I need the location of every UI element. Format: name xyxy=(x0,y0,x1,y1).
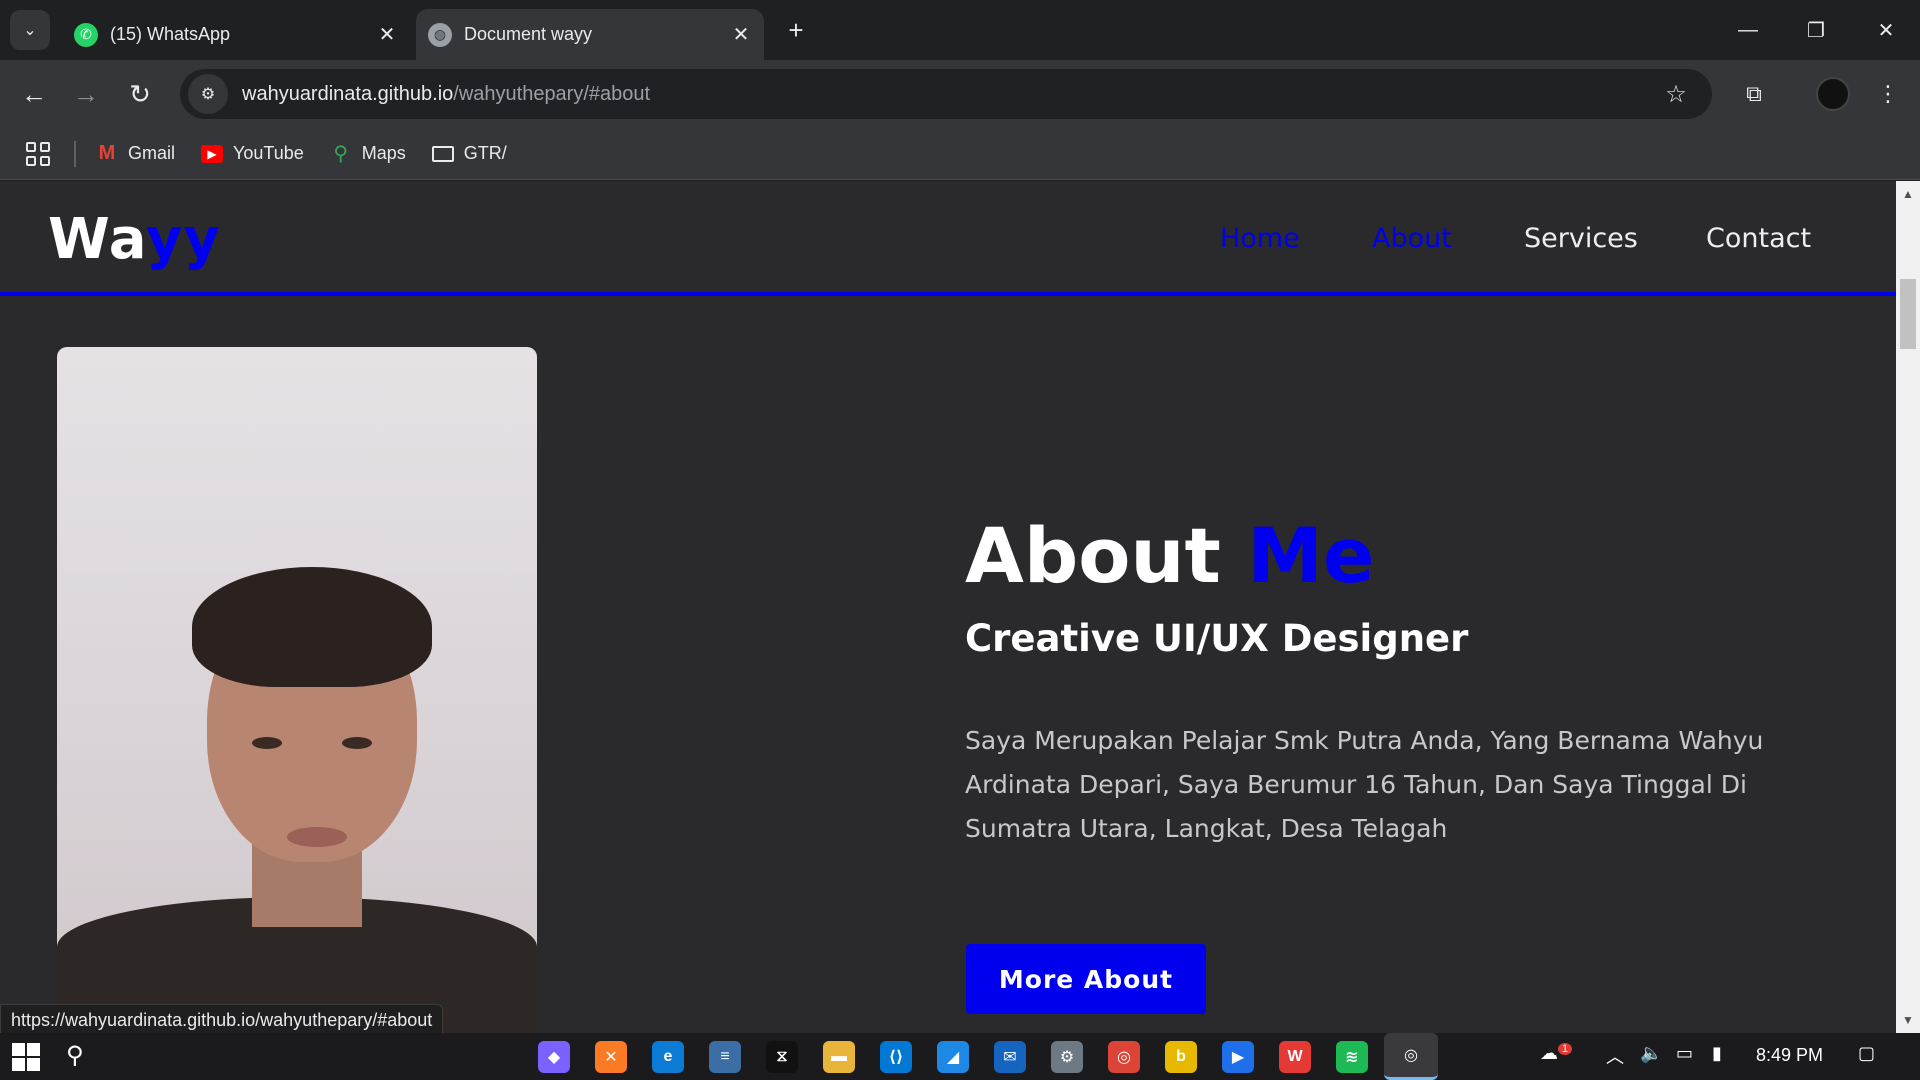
bookmark-gmail[interactable]: M Gmail xyxy=(96,142,176,164)
tab-whatsapp[interactable]: ✆ (15) WhatsApp ✕ xyxy=(62,9,410,60)
about-paragraph: Saya Merupakan Pelajar Smk Putra Anda, Y… xyxy=(965,726,1764,843)
link-status-bubble: https://wahyuardinata.github.io/wahyuthe… xyxy=(0,1004,444,1034)
close-window-button[interactable]: ✕ xyxy=(1852,0,1920,60)
edge-icon[interactable]: e xyxy=(652,1041,684,1073)
nav-about[interactable]: About xyxy=(1372,223,1452,254)
volume-icon[interactable]: 🔈 xyxy=(1640,1043,1662,1064)
site-info-icon[interactable]: ⚙ xyxy=(188,74,228,114)
xampp-icon[interactable]: ✕ xyxy=(595,1041,627,1073)
bookmark-label: YouTube xyxy=(233,143,304,163)
logo-part-1: Wa xyxy=(48,207,146,272)
photo-eye xyxy=(252,737,282,749)
bookmarks-divider xyxy=(74,140,76,167)
tab-title: (15) WhatsApp xyxy=(110,24,231,44)
network-icon[interactable]: ▭ xyxy=(1676,1043,1693,1064)
bandicam-icon[interactable]: b xyxy=(1165,1041,1197,1073)
site-logo[interactable]: Wayy xyxy=(48,207,221,272)
nav-home[interactable]: Home xyxy=(1220,223,1300,254)
copilot-icon[interactable]: ◆ xyxy=(538,1041,570,1073)
photo-hair xyxy=(192,567,432,687)
wps-icon[interactable]: W xyxy=(1279,1041,1311,1073)
browser-toolbar: ← → ↻ ⚙ wahyuardinata.github.io/wahyuthe… xyxy=(0,60,1920,128)
file-explorer-icon[interactable]: ▬ xyxy=(823,1041,855,1073)
app-icon[interactable]: ≡ xyxy=(709,1041,741,1073)
bookmark-label: GTR/ xyxy=(463,143,507,163)
bookmark-label: Maps xyxy=(361,143,406,163)
photo-eye xyxy=(342,737,372,749)
folder-icon xyxy=(431,145,454,162)
logo-part-2: yy xyxy=(145,207,221,272)
globe-icon: ◍ xyxy=(428,22,452,47)
gmail-icon: M xyxy=(98,142,116,164)
reload-button[interactable]: ↻ xyxy=(120,74,160,114)
photo-mouth xyxy=(287,827,347,847)
address-url[interactable]: wahyuardinata.github.io/wahyuthepary/#ab… xyxy=(242,83,1656,106)
back-button[interactable]: ← xyxy=(14,74,54,114)
scroll-down-icon[interactable]: ▼ xyxy=(1902,1013,1914,1027)
about-heading-main: About xyxy=(965,511,1221,600)
chevron-down-icon: ⌄ xyxy=(23,22,37,39)
weather-badge: 1 xyxy=(1558,1043,1573,1055)
bookmark-gtr-folder[interactable]: GTR/ xyxy=(431,143,507,164)
minimize-button[interactable]: — xyxy=(1714,0,1782,60)
scroll-up-icon[interactable]: ▲ xyxy=(1902,187,1914,201)
whatsapp-icon: ✆ xyxy=(74,22,98,47)
bookmark-label: Gmail xyxy=(128,143,176,163)
mail-icon[interactable]: ✉ xyxy=(994,1041,1026,1073)
store-icon[interactable]: ◢ xyxy=(937,1041,969,1073)
youtube-icon: ▶ xyxy=(201,144,224,163)
settings-icon[interactable]: ⚙ xyxy=(1051,1041,1083,1073)
vscode-icon[interactable]: ⟨⟩ xyxy=(880,1041,912,1073)
chrome-active-icon[interactable]: ◎ xyxy=(1384,1033,1438,1080)
url-path: /wahyuthepary/#about xyxy=(453,82,651,105)
tab-document-wayy[interactable]: ◍ Document wayy ✕ xyxy=(416,9,764,60)
windows-start-icon[interactable] xyxy=(12,1043,40,1071)
profile-avatar[interactable] xyxy=(1816,77,1850,111)
search-icon[interactable]: ⚲ xyxy=(66,1041,96,1071)
restore-button[interactable]: ❐ xyxy=(1782,0,1850,60)
web-page: Wayy Home About Services Contact About M… xyxy=(0,181,1896,1033)
bookmark-youtube[interactable]: ▶ YouTube xyxy=(201,143,304,164)
kebab-menu-icon[interactable]: ⋮ xyxy=(1868,74,1908,114)
maps-icon: ⚲ xyxy=(333,143,349,165)
tab-title: Document wayy xyxy=(464,24,593,44)
about-subtitle: Creative UI/UX Designer xyxy=(965,617,1469,660)
nav-contact[interactable]: Contact xyxy=(1706,223,1811,254)
tray-chevron-icon[interactable]: ︿ xyxy=(1606,1043,1624,1069)
battery-icon[interactable]: ▮ xyxy=(1712,1043,1722,1064)
weather-icon[interactable]: ☁ 1 xyxy=(1540,1043,1573,1064)
close-tab-icon[interactable]: ✕ xyxy=(726,22,756,47)
site-header: Wayy Home About Services Contact xyxy=(0,181,1896,296)
close-tab-icon[interactable]: ✕ xyxy=(372,22,402,47)
clock[interactable]: 8:49 PM xyxy=(1756,1045,1823,1066)
scroll-thumb[interactable] xyxy=(1900,279,1916,349)
apps-grid-icon[interactable] xyxy=(26,141,50,166)
tab-strip: ⌄ ✆ (15) WhatsApp ✕ ◍ Document wayy ✕ + … xyxy=(0,0,1920,60)
nav-services[interactable]: Services xyxy=(1524,223,1638,254)
windows-taskbar: ⚲ ◆ ✕ e ≡ ⧖ ▬ ⟨⟩ ◢ ✉ ⚙ ◎ b ▶ W ≋ ◎ ☁ 1 ︿ … xyxy=(0,1033,1920,1080)
bookmark-maps[interactable]: ⚲ Maps xyxy=(330,143,406,165)
tab-search-button[interactable]: ⌄ xyxy=(10,10,50,50)
bookmark-star-icon[interactable]: ☆ xyxy=(1656,80,1696,109)
capcut-icon[interactable]: ⧖ xyxy=(766,1041,798,1073)
forward-button[interactable]: → xyxy=(66,74,106,114)
more-about-button[interactable]: More About xyxy=(966,944,1206,1014)
url-host: wahyuardinata.github.io xyxy=(242,82,454,105)
extensions-icon[interactable]: ⧉ xyxy=(1734,74,1774,114)
about-heading: About Me xyxy=(965,511,1375,600)
about-heading-accent: Me xyxy=(1247,511,1375,600)
chrome-icon[interactable]: ◎ xyxy=(1108,1041,1140,1073)
spotify-icon[interactable]: ≋ xyxy=(1336,1041,1368,1073)
play-icon[interactable]: ▶ xyxy=(1222,1041,1254,1073)
page-scrollbar[interactable]: ▲ ▼ xyxy=(1896,181,1920,1033)
new-tab-button[interactable]: + xyxy=(780,14,812,46)
profile-photo xyxy=(57,347,537,1033)
address-bar[interactable]: ⚙ wahyuardinata.github.io/wahyuthepary/#… xyxy=(180,69,1712,119)
notifications-icon[interactable]: ▢ xyxy=(1858,1043,1875,1064)
bookmarks-bar: M Gmail ▶ YouTube ⚲ Maps GTR/ xyxy=(0,128,1920,180)
